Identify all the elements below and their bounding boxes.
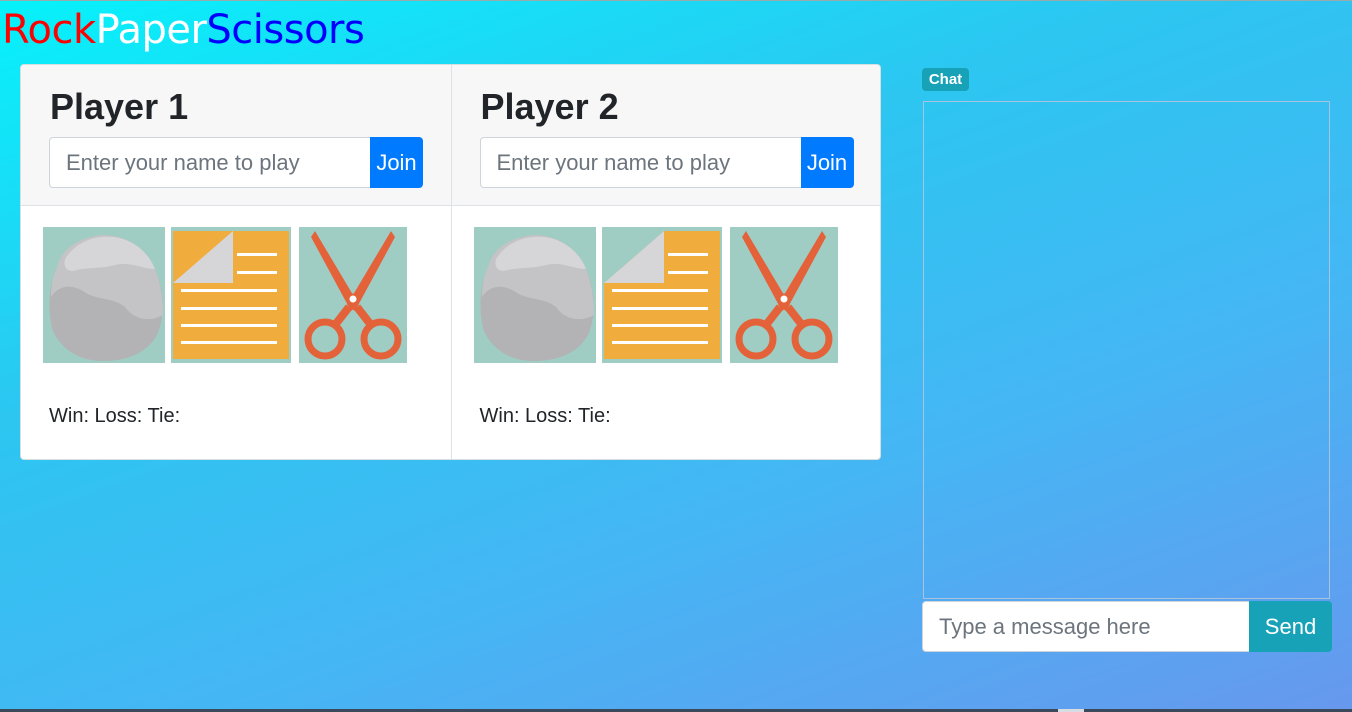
chat-message-input[interactable] bbox=[922, 601, 1249, 652]
game-card: Player 1 Join bbox=[20, 64, 881, 460]
player-2-header: Player 2 Join bbox=[451, 65, 880, 206]
player-1-join-group: Join bbox=[49, 137, 423, 188]
scissors-icon[interactable] bbox=[729, 227, 838, 363]
app-logo: RockPaperScissors bbox=[2, 6, 365, 54]
player-2-title: Player 2 bbox=[480, 86, 619, 127]
chat-input-group: Send bbox=[922, 601, 1332, 652]
logo-rock-text: Rock bbox=[2, 7, 96, 53]
player-2-join-group: Join bbox=[479, 137, 854, 188]
logo-paper-text: Paper bbox=[95, 7, 207, 53]
paper-icon[interactable] bbox=[171, 227, 291, 363]
rock-icon[interactable] bbox=[473, 227, 596, 363]
player-2-name-input[interactable] bbox=[479, 137, 801, 188]
rock-icon[interactable] bbox=[43, 227, 165, 363]
player-1-name-input[interactable] bbox=[49, 137, 370, 188]
player-1-score: Win: Loss: Tie: bbox=[49, 405, 181, 427]
player-2-score: Win: Loss: Tie: bbox=[479, 405, 611, 427]
player-1-panel: Player 1 Join bbox=[21, 65, 451, 459]
scissors-icon[interactable] bbox=[299, 227, 407, 363]
paper-icon[interactable] bbox=[601, 227, 722, 363]
send-button[interactable]: Send bbox=[1249, 601, 1332, 652]
logo-scissors-text: Scissors bbox=[206, 7, 365, 53]
player-2-join-button[interactable]: Join bbox=[800, 137, 854, 188]
player-1-header: Player 1 Join bbox=[21, 65, 451, 206]
player-1-title: Player 1 bbox=[50, 86, 189, 127]
chat-messages-box[interactable] bbox=[923, 101, 1330, 599]
chat-badge: Chat bbox=[922, 68, 969, 91]
player-1-join-button[interactable]: Join bbox=[370, 137, 423, 188]
player-2-panel: Player 2 Join bbox=[450, 65, 880, 459]
window-top-border bbox=[0, 0, 1352, 1]
